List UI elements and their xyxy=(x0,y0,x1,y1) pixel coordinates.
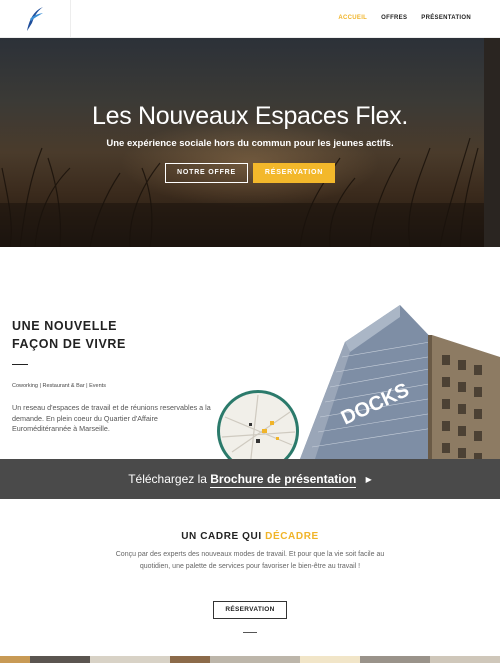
cadre-title-highlight: DÉCADRE xyxy=(265,531,319,542)
intro-title-line1: UNE NOUVELLE xyxy=(12,319,118,333)
intro-tags: Coworking | Restaurant & Bar | Events xyxy=(12,383,106,389)
cadre-body: Conçu par des experts des nouveaux modes… xyxy=(115,551,385,570)
cadre-title-plain: UN CADRE QUI xyxy=(181,531,262,542)
play-arrow-icon: ▶ xyxy=(365,475,372,484)
cadre-section: UN CADRE QUI DÉCADRE Conçu par des exper… xyxy=(0,499,500,653)
intro-divider xyxy=(12,364,28,365)
hero-subtitle: Une expérience sociale hors du commun po… xyxy=(106,138,394,149)
hero-title: Les Nouveaux Espaces Flex. xyxy=(92,102,408,130)
brochure-link[interactable]: Brochure de présentation xyxy=(210,472,357,488)
intro-title-line2: FAÇON DE VIVRE xyxy=(12,337,126,351)
flex-logo-icon xyxy=(27,7,43,31)
brochure-prefix: Téléchargez la xyxy=(128,472,207,486)
gallery-strip xyxy=(0,653,500,663)
cadre-divider xyxy=(243,632,257,633)
hero-section: Les Nouveaux Espaces Flex. Une expérienc… xyxy=(0,38,500,247)
intro-title: UNE NOUVELLE FAÇON DE VIVRE xyxy=(12,317,126,353)
site-header: ACCUEIL OFFRES PRÉSENTATION xyxy=(0,0,500,38)
cadre-title: UN CADRE QUI DÉCADRE xyxy=(0,531,500,542)
main-nav: ACCUEIL OFFRES PRÉSENTATION xyxy=(338,15,471,21)
cadre-reservation-button[interactable]: RÉSERVATION xyxy=(213,601,287,619)
hero-reservation-button[interactable]: RÉSERVATION xyxy=(253,163,335,183)
gallery-images xyxy=(0,656,500,663)
intro-body: Un reseau d'espaces de travail et de réu… xyxy=(12,403,211,433)
intro-section: DOCKS UNE NOUVELLE FAÇON DE VIVRE Cowork xyxy=(0,247,500,459)
nav-offres[interactable]: OFFRES xyxy=(381,15,407,21)
nav-accueil[interactable]: ACCUEIL xyxy=(338,15,367,21)
nav-presentation[interactable]: PRÉSENTATION xyxy=(421,15,471,21)
brochure-banner: Téléchargez la Brochure de présentation … xyxy=(0,459,500,499)
brochure-cta[interactable]: Téléchargez la Brochure de présentation … xyxy=(0,472,500,488)
logo[interactable] xyxy=(0,0,71,38)
notre-offre-button[interactable]: NOTRE OFFRE xyxy=(165,163,248,183)
